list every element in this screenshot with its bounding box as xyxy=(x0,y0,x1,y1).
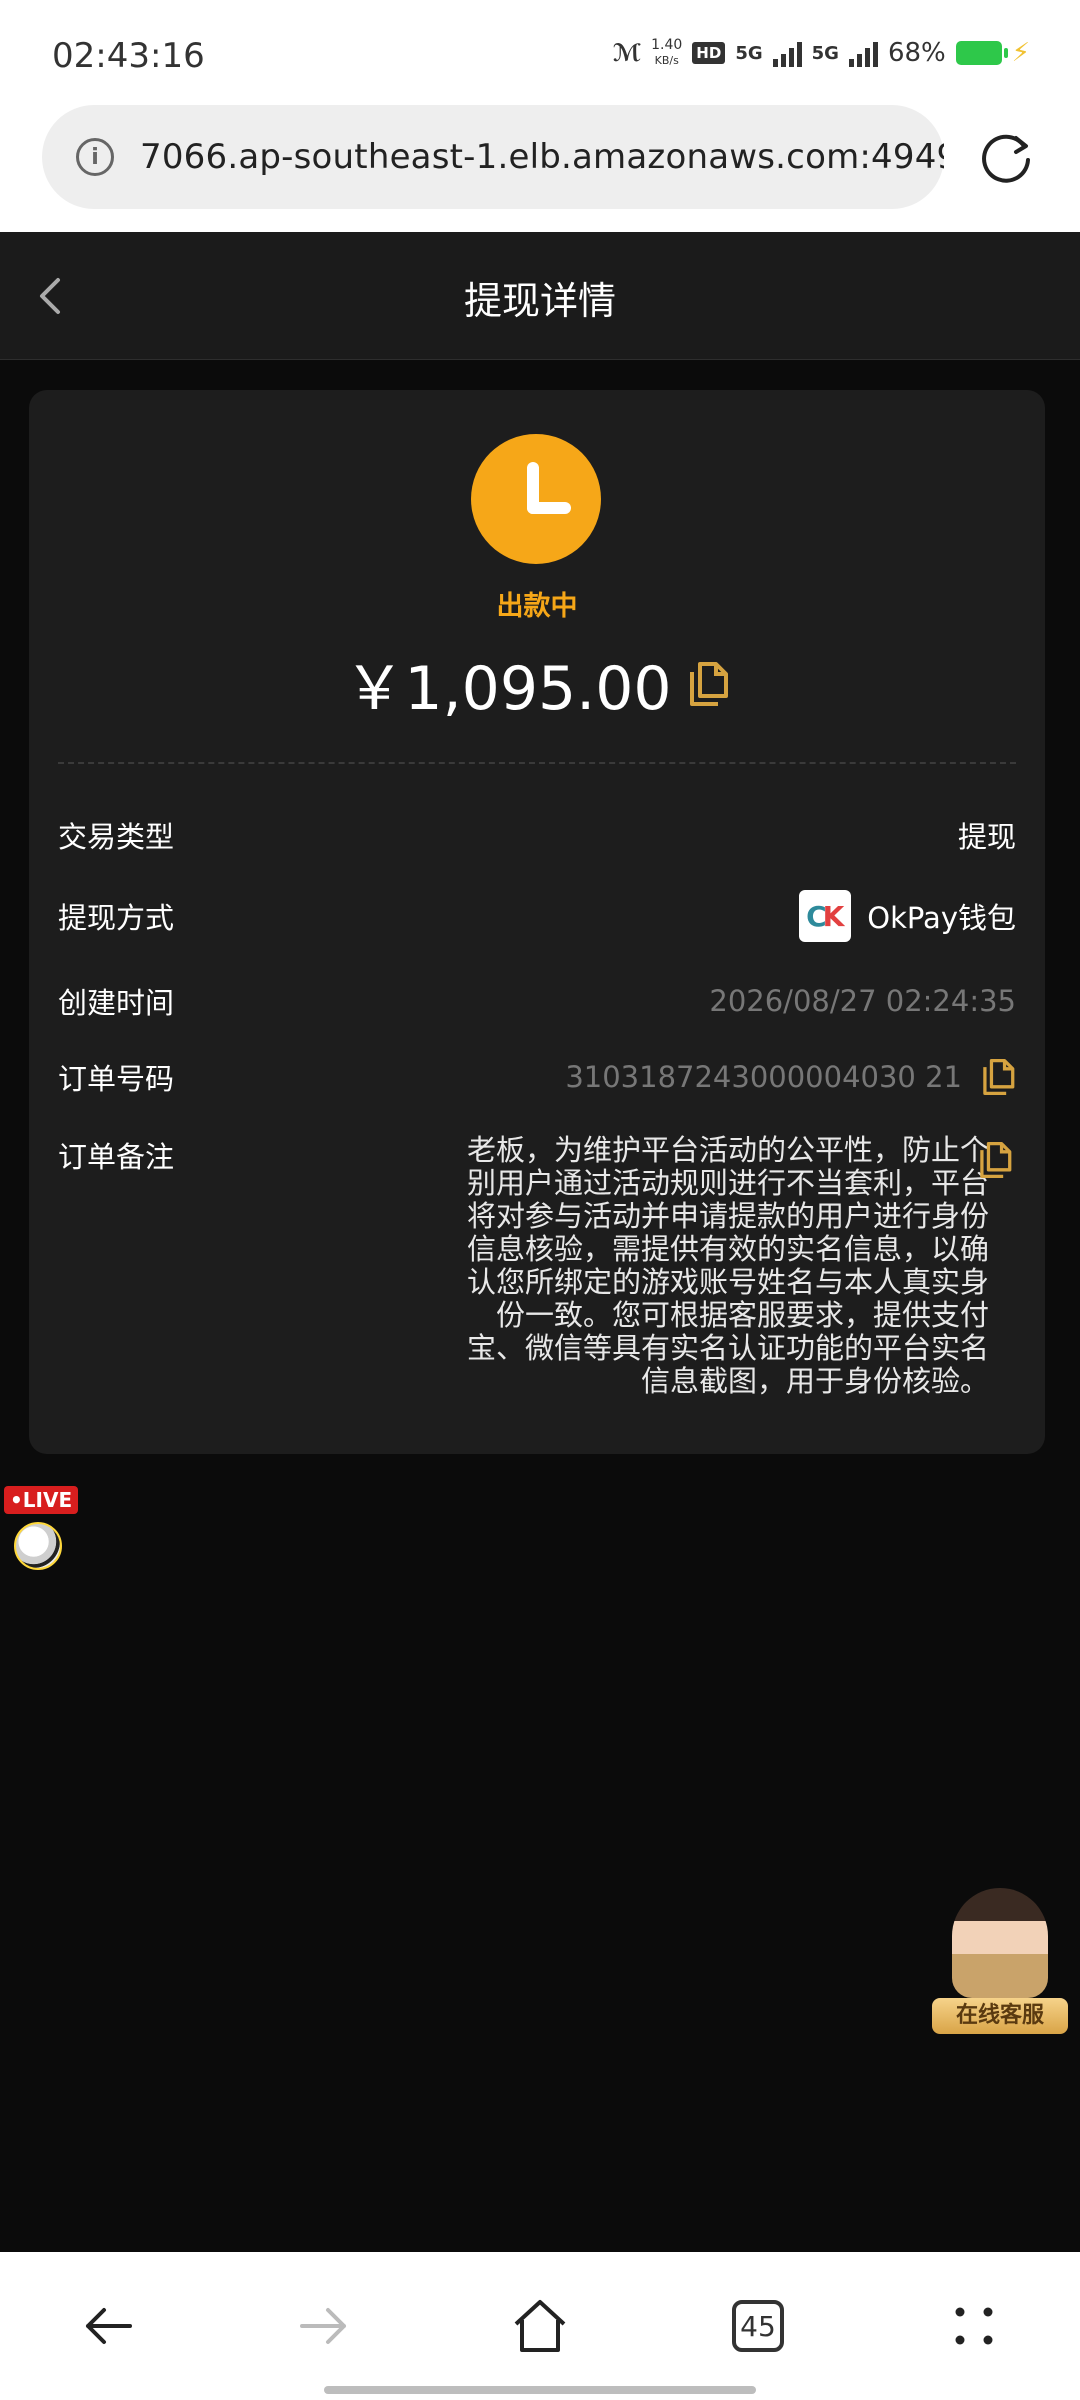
live-badge: •LIVE xyxy=(4,1486,79,1514)
signal-icon xyxy=(772,39,802,67)
copy-order-number-icon[interactable] xyxy=(980,1057,1016,1097)
tabs-button[interactable]: 45 xyxy=(728,2296,788,2356)
signal-icon-2 xyxy=(848,39,878,67)
browser-bottom-nav: 45 xyxy=(0,2252,1080,2400)
network-type-2: 5G xyxy=(811,42,839,64)
status-icons: ℳ 1.40 KB/s HD 5G 5G 68% ⚡ xyxy=(612,38,1030,69)
order-number: 3103187243000004030 21 xyxy=(565,1057,1016,1097)
tab-count: 45 xyxy=(732,2300,784,2352)
net-speed-value: 1.40 xyxy=(651,37,683,53)
forward-arrow-icon xyxy=(300,2308,346,2344)
back-button[interactable] xyxy=(78,2296,138,2356)
order-number-value: 3103187243000004030 21 xyxy=(565,1060,962,1094)
back-arrow-icon xyxy=(86,2308,132,2344)
notification-icon: ℳ xyxy=(612,39,642,67)
row-created-time: 创建时间 2026/08/27 02:24:35 xyxy=(58,980,1016,1022)
status-time: 02:43:16 xyxy=(52,36,205,76)
order-note-value: 老板，为维护平台活动的公平性，防止个别用户通过活动规则进行不当套利，平台将对参与… xyxy=(466,1133,989,1398)
withdrawal-detail-card: 出款中 ￥1,095.00 交易类型 提现 提现方式 CK OkPay钱包 创建… xyxy=(29,390,1045,1454)
status-bar: 02:43:16 ℳ 1.40 KB/s HD 5G 5G 68% ⚡ xyxy=(0,0,1080,100)
home-icon xyxy=(514,2300,566,2352)
charging-icon: ⚡ xyxy=(1011,38,1030,68)
home-indicator xyxy=(324,2386,756,2394)
clock-icon xyxy=(471,434,601,564)
menu-button[interactable] xyxy=(944,2296,1004,2356)
net-speed-unit: KB/s xyxy=(654,54,679,67)
forward-button[interactable] xyxy=(294,2296,354,2356)
page-header: 提现详情 xyxy=(0,232,1080,360)
customer-support-widget[interactable]: 在线客服 xyxy=(932,1888,1068,2038)
url-text[interactable]: 7066.ap-southeast-1.elb.amazonaws.com:49… xyxy=(140,137,944,177)
transaction-type-label: 交易类型 xyxy=(58,820,175,854)
browser-toolbar: i 7066.ap-southeast-1.elb.amazonaws.com:… xyxy=(0,100,1080,232)
okpay-logo-icon: CK xyxy=(799,890,852,942)
reload-icon[interactable] xyxy=(978,130,1034,186)
hd-badge: HD xyxy=(692,42,726,64)
divider xyxy=(58,762,1016,764)
support-label: 在线客服 xyxy=(932,1998,1068,2034)
copy-note-icon[interactable] xyxy=(977,1140,1013,1180)
net-speed: 1.40 KB/s xyxy=(651,38,682,68)
order-number-label: 订单号码 xyxy=(58,1062,175,1096)
withdraw-method-label: 提现方式 xyxy=(58,901,175,935)
row-transaction-type: 交易类型 提现 xyxy=(58,814,1016,856)
row-order-number: 订单号码 3103187243000004030 21 xyxy=(58,1056,1016,1098)
transaction-type-value: 提现 xyxy=(957,820,1016,854)
withdraw-method-value: OkPay钱包 xyxy=(867,901,1016,935)
created-time-label: 创建时间 xyxy=(58,986,175,1020)
order-note-label: 订单备注 xyxy=(58,1140,175,1174)
soccer-ball-icon xyxy=(14,1522,62,1570)
amount-row: ￥1,095.00 xyxy=(29,640,1045,727)
home-button[interactable] xyxy=(510,2296,570,2356)
row-withdraw-method: 提现方式 CK OkPay钱包 xyxy=(58,890,1016,942)
live-widget[interactable]: •LIVE xyxy=(4,1486,79,1596)
created-time-value: 2026/08/27 02:24:35 xyxy=(709,984,1016,1018)
battery-percent: 68% xyxy=(887,38,946,68)
amount-value: ￥1,095.00 xyxy=(344,654,672,724)
battery-icon xyxy=(955,41,1008,65)
transaction-status: 出款中 xyxy=(496,591,578,622)
site-info-icon[interactable]: i xyxy=(76,138,114,176)
network-type-1: 5G xyxy=(735,42,763,64)
menu-dots-icon xyxy=(955,2307,993,2345)
withdraw-method: CK OkPay钱包 xyxy=(799,890,1016,942)
copy-amount-icon[interactable] xyxy=(686,660,730,708)
address-bar[interactable]: i 7066.ap-southeast-1.elb.amazonaws.com:… xyxy=(42,105,944,209)
page-title: 提现详情 xyxy=(463,279,616,323)
support-agent-avatar xyxy=(952,1888,1048,1998)
